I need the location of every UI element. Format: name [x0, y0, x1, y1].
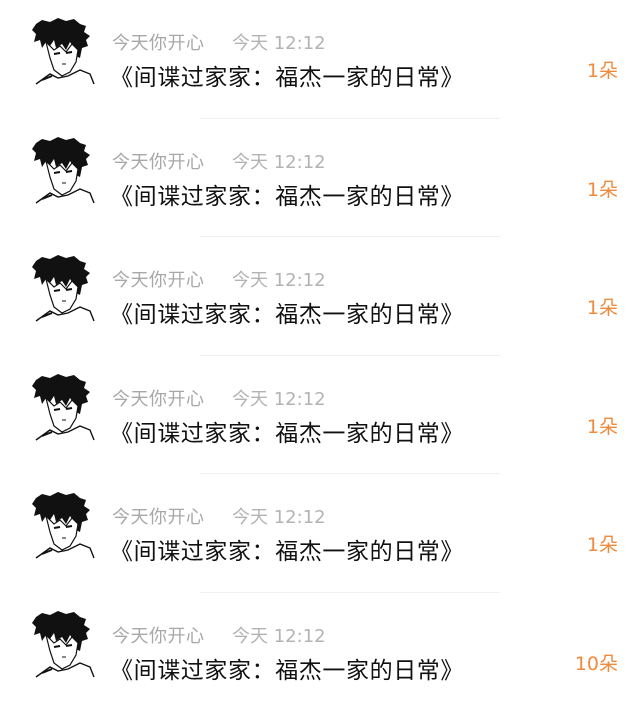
gift-record-list: 今天你开心 今天 12:12 《间谍过家家：福杰一家的日常》 1朵 今天你开心 …: [0, 0, 640, 704]
manga-boy-avatar-icon: [28, 18, 98, 88]
gift-count: 1朵: [587, 293, 618, 320]
work-title[interactable]: 《间谍过家家：福杰一家的日常》: [110, 414, 464, 448]
work-title[interactable]: 《间谍过家家：福杰一家的日常》: [110, 651, 464, 685]
work-title[interactable]: 《间谍过家家：福杰一家的日常》: [110, 58, 464, 92]
list-item[interactable]: 今天你开心 今天 12:12 《间谍过家家：福杰一家的日常》 1朵: [0, 474, 640, 593]
timestamp: 今天 12:12: [232, 622, 326, 648]
manga-boy-avatar-icon: [28, 611, 98, 681]
timestamp: 今天 12:12: [232, 29, 326, 55]
username[interactable]: 今天你开心: [112, 29, 205, 55]
list-item[interactable]: 今天你开心 今天 12:12 《间谍过家家：福杰一家的日常》 1朵: [0, 119, 640, 238]
manga-boy-avatar-icon: [28, 137, 98, 207]
list-item[interactable]: 今天你开心 今天 12:12 《间谍过家家：福杰一家的日常》 1朵: [0, 0, 640, 119]
timestamp: 今天 12:12: [232, 503, 326, 529]
avatar[interactable]: [28, 374, 98, 444]
list-item[interactable]: 今天你开心 今天 12:12 《间谍过家家：福杰一家的日常》 1朵: [0, 237, 640, 356]
username[interactable]: 今天你开心: [112, 148, 205, 174]
work-title[interactable]: 《间谍过家家：福杰一家的日常》: [110, 177, 464, 211]
manga-boy-avatar-icon: [28, 492, 98, 562]
work-title[interactable]: 《间谍过家家：福杰一家的日常》: [110, 532, 464, 566]
work-title[interactable]: 《间谍过家家：福杰一家的日常》: [110, 295, 464, 329]
avatar[interactable]: [28, 611, 98, 681]
timestamp: 今天 12:12: [232, 385, 326, 411]
username[interactable]: 今天你开心: [112, 385, 205, 411]
gift-count: 1朵: [587, 412, 618, 439]
gift-count: 1朵: [587, 56, 618, 83]
gift-count: 1朵: [587, 175, 618, 202]
timestamp: 今天 12:12: [232, 148, 326, 174]
gift-count: 1朵: [587, 530, 618, 557]
username[interactable]: 今天你开心: [112, 622, 205, 648]
avatar[interactable]: [28, 18, 98, 88]
username[interactable]: 今天你开心: [112, 503, 205, 529]
list-item[interactable]: 今天你开心 今天 12:12 《间谍过家家：福杰一家的日常》 1朵: [0, 356, 640, 475]
manga-boy-avatar-icon: [28, 255, 98, 325]
avatar[interactable]: [28, 255, 98, 325]
gift-count: 10朵: [575, 649, 618, 676]
username[interactable]: 今天你开心: [112, 266, 205, 292]
avatar[interactable]: [28, 492, 98, 562]
timestamp: 今天 12:12: [232, 266, 326, 292]
list-item[interactable]: 今天你开心 今天 12:12 《间谍过家家：福杰一家的日常》 10朵: [0, 593, 640, 711]
avatar[interactable]: [28, 137, 98, 207]
manga-boy-avatar-icon: [28, 374, 98, 444]
